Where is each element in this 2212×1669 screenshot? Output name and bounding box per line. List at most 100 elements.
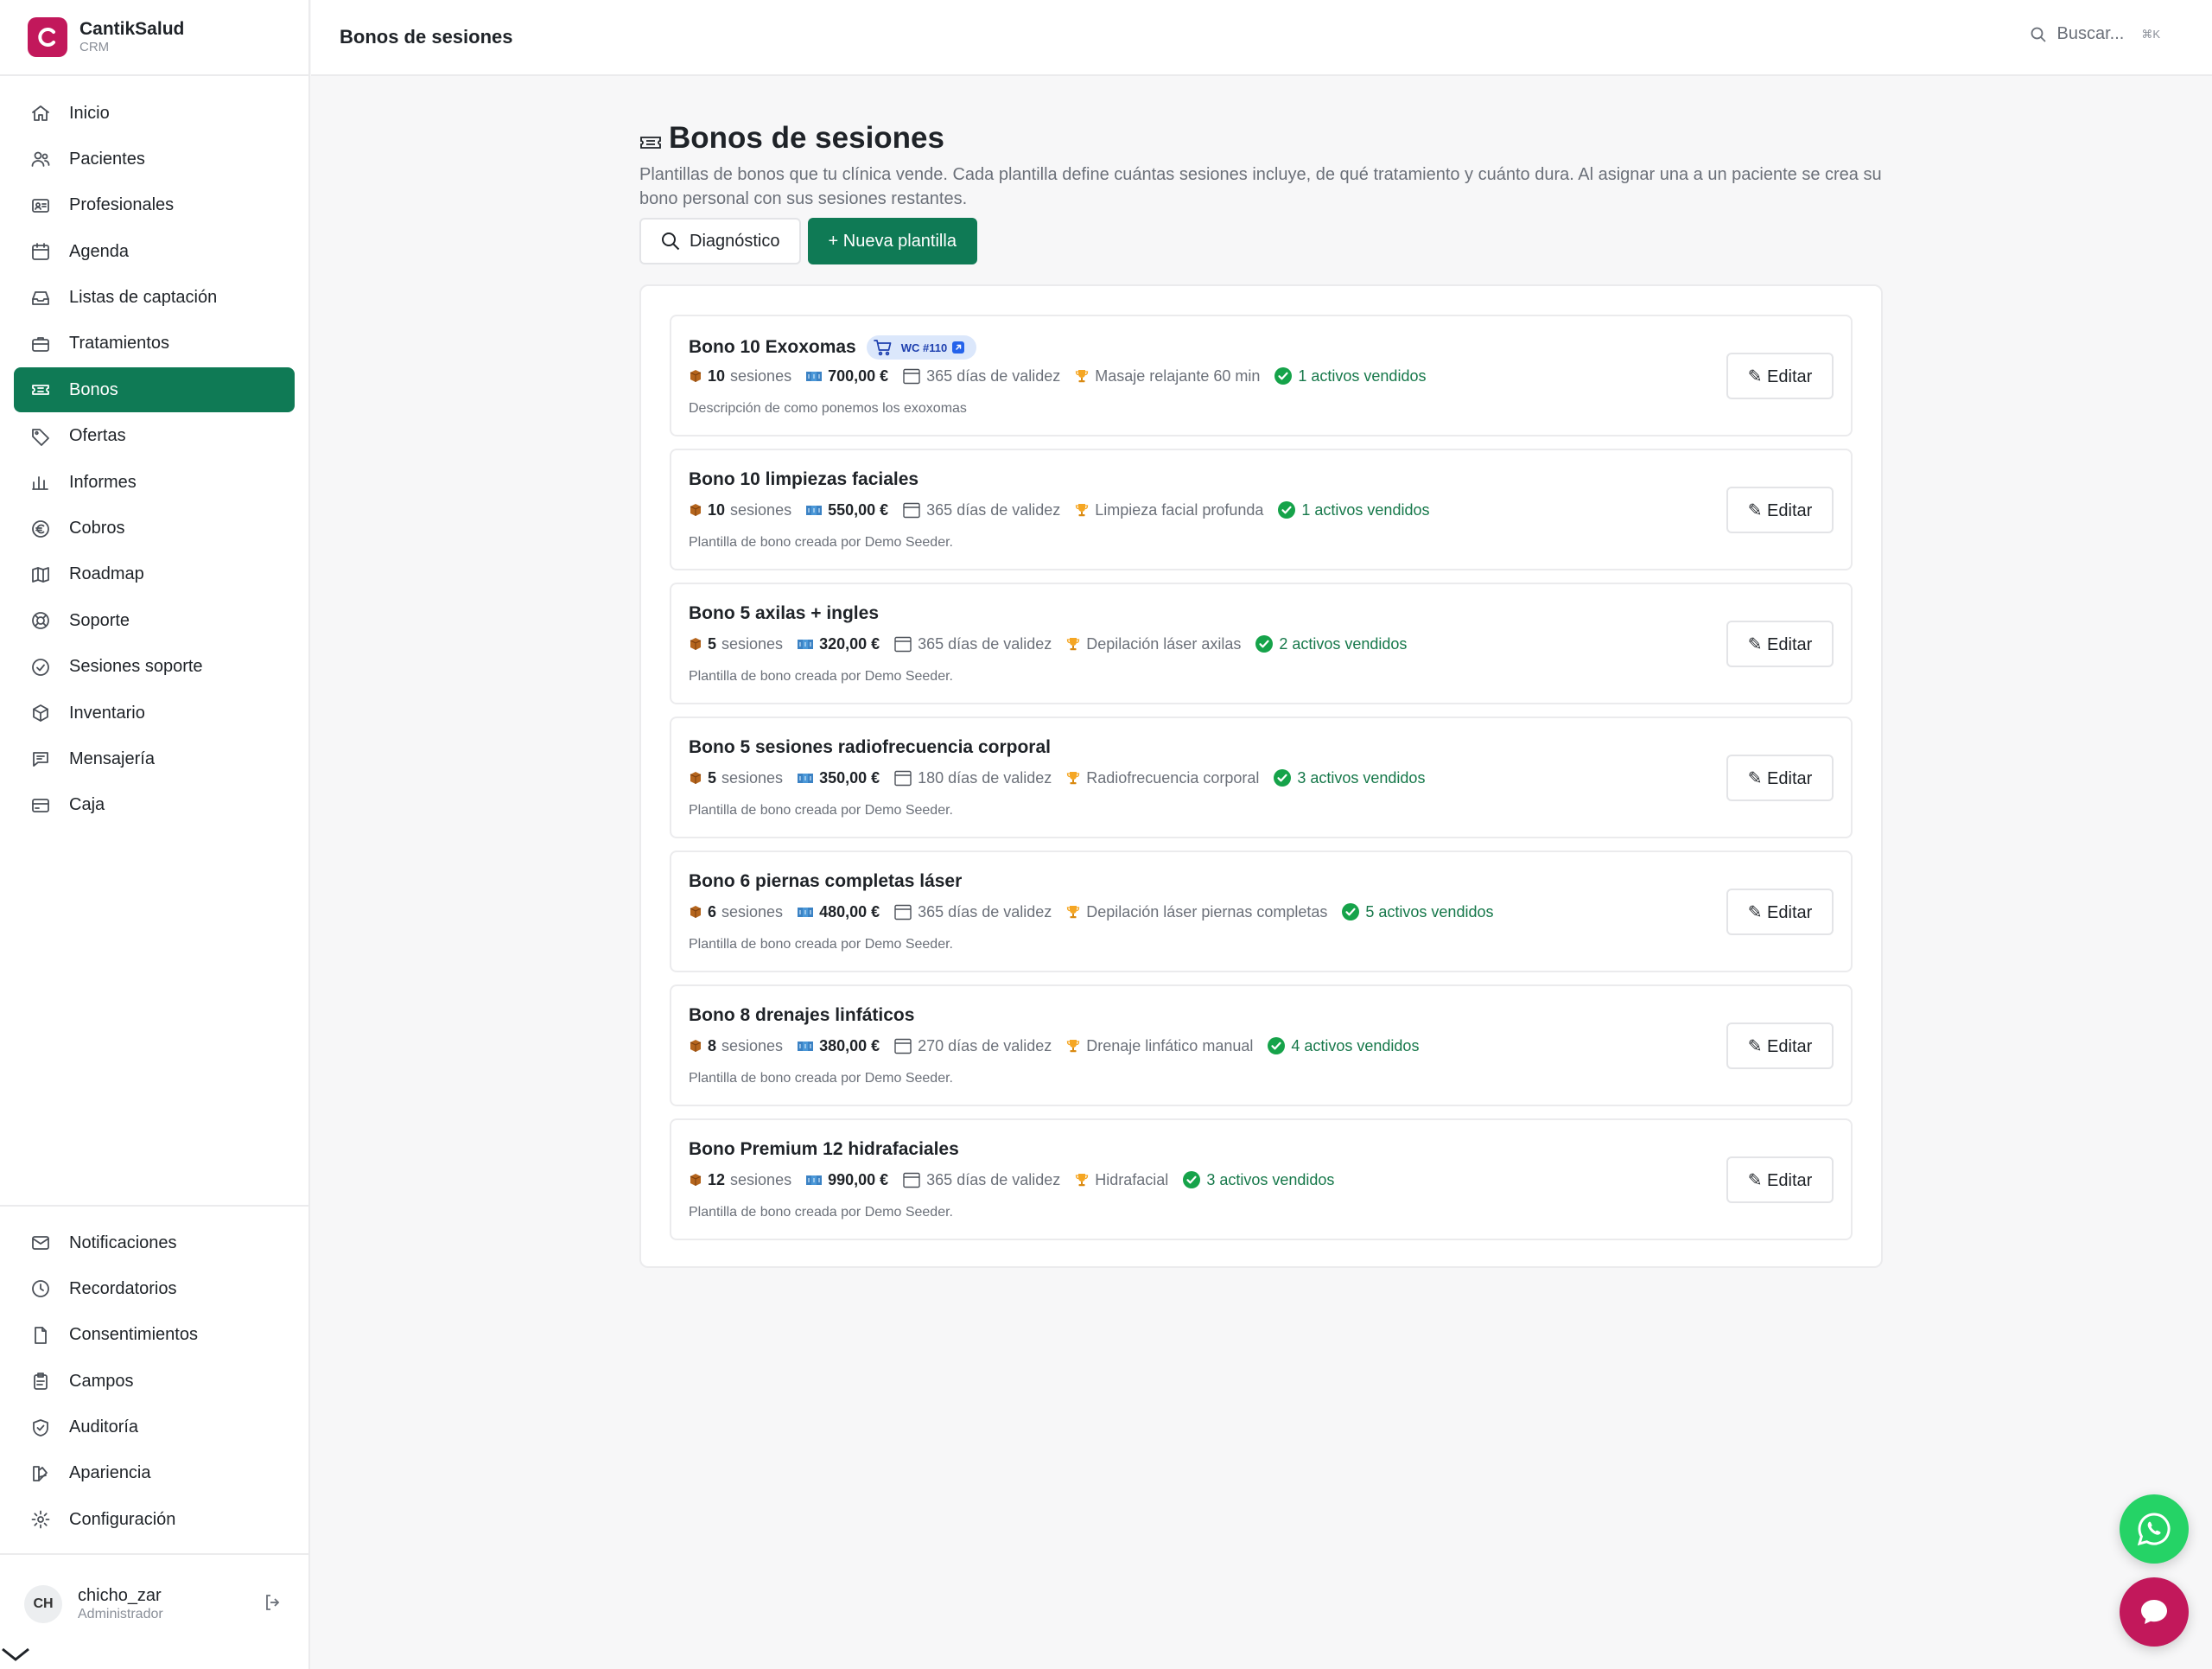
new-template-button[interactable]: + Nueva plantilla	[807, 218, 977, 264]
bono-price-value: 480,00 €	[819, 902, 880, 920]
bono-sessions-word: sesiones	[730, 500, 792, 519]
sidebar-divider	[0, 1205, 310, 1207]
sidebar-item-label: Sesiones soporte	[69, 657, 203, 677]
sidebar-item-soporte[interactable]: Soporte	[14, 598, 295, 643]
diagnostico-button[interactable]: Diagnóstico	[639, 218, 801, 264]
clock-icon	[29, 1277, 52, 1300]
topbar: Bonos de sesiones Buscar... ⌘K	[311, 0, 2212, 76]
sidebar-item-cobros[interactable]: Cobros	[14, 506, 295, 551]
bono-price-value: 990,00 €	[828, 1170, 889, 1188]
bono-title: Bono 5 axilas + ingles	[689, 603, 879, 624]
check-circle-icon	[1267, 1036, 1286, 1055]
sidebar: CantikSalud CRM Inicio Pacientes Profesion…	[0, 0, 310, 1669]
edit-button[interactable]: ✎ Editar	[1726, 1022, 1834, 1069]
bono-treatment-text: Depilación láser axilas	[1086, 634, 1242, 653]
chat-button[interactable]	[2120, 1577, 2189, 1647]
bono-title-text: Bono 10 Exoxomas	[689, 337, 856, 357]
sidebar-item-campos[interactable]: Campos	[14, 1359, 295, 1404]
bono-sessions: 6 sesiones	[689, 903, 783, 921]
bono-treatment-text: Depilación láser piernas completas	[1086, 902, 1328, 920]
woocommerce-badge[interactable]: WC #110	[866, 335, 977, 360]
money-icon	[797, 637, 814, 651]
brand-logo-icon	[28, 17, 67, 57]
sidebar-item-agenda[interactable]: Agenda	[14, 229, 295, 274]
bonos-list: Bono 10 Exoxomas WC #110 10 sesiones 700,00 …	[639, 284, 1883, 1268]
sidebar-item-ofertas[interactable]: Ofertas	[14, 414, 295, 459]
sidebar-item-inicio[interactable]: Inicio	[14, 91, 295, 136]
bono-card: Bono 5 sesiones radiofrecuencia corporal…	[670, 717, 1853, 838]
bono-sold-text: 2 activos vendidos	[1279, 634, 1408, 653]
sidebar-item-sesiones-soporte[interactable]: Sesiones soporte	[14, 645, 295, 690]
whatsapp-button[interactable]	[2120, 1494, 2189, 1564]
bono-title: Bono Premium 12 hidrafaciales	[689, 1139, 959, 1160]
bono-price-value: 550,00 €	[828, 500, 889, 519]
sidebar-item-listas-de-captacion[interactable]: Listas de captación	[14, 276, 295, 321]
bono-price-value: 320,00 €	[819, 634, 880, 653]
sidebar-item-label: Notificaciones	[69, 1233, 177, 1252]
sidebar-item-label: Caja	[69, 795, 105, 815]
bono-meta: 6 sesiones 480,00 € 365 días de validez Depi…	[689, 902, 1507, 921]
sidebar-item-bonos[interactable]: Bonos	[14, 367, 295, 413]
money-icon	[797, 1039, 814, 1053]
sidebar-item-label: Roadmap	[69, 564, 144, 584]
sidebar-item-apariencia[interactable]: Apariencia	[14, 1451, 295, 1496]
search-icon	[660, 231, 681, 252]
chevron-down-icon[interactable]	[0, 1640, 31, 1666]
bono-sold: 1 activos vendidos	[1277, 500, 1429, 519]
bono-sold-text: 5 activos vendidos	[1365, 902, 1494, 920]
trophy-icon	[1074, 368, 1090, 384]
logout-icon[interactable]	[263, 1592, 283, 1617]
bono-validity-text: 180 días de validez	[918, 768, 1052, 787]
package-icon	[689, 503, 702, 517]
sidebar-item-inventario[interactable]: Inventario	[14, 691, 295, 736]
money-icon	[797, 771, 814, 785]
edit-button[interactable]: ✎ Editar	[1726, 621, 1834, 667]
search-input[interactable]: Buscar... ⌘K	[2030, 24, 2160, 44]
sidebar-item-caja[interactable]: Caja	[14, 783, 295, 828]
bono-sold-text: 3 activos vendidos	[1297, 768, 1426, 787]
sidebar-item-auditoria[interactable]: Auditoría	[14, 1405, 295, 1450]
sidebar-item-label: Inicio	[69, 103, 110, 123]
bono-sessions-count: 6	[708, 902, 717, 920]
bono-sold-text: 3 activos vendidos	[1206, 1170, 1335, 1188]
edit-button[interactable]: ✎ Editar	[1726, 889, 1834, 935]
search-icon	[2030, 26, 2047, 43]
sidebar-item-configuracion[interactable]: Configuración	[14, 1497, 295, 1542]
page-actions: Diagnóstico + Nueva plantilla	[639, 218, 977, 264]
bono-price: 350,00 €	[797, 769, 880, 787]
bono-sessions: 12 sesiones	[689, 1171, 791, 1189]
bono-title-text: Bono 6 piernas completas láser	[689, 871, 963, 891]
credit-card-icon	[29, 794, 52, 817]
sidebar-item-label: Recordatorios	[69, 1278, 177, 1298]
sidebar-item-recordatorios[interactable]: Recordatorios	[14, 1266, 295, 1311]
sidebar-item-consentimientos[interactable]: Consentimientos	[14, 1313, 295, 1358]
sidebar-item-notificaciones[interactable]: Notificaciones	[14, 1220, 295, 1265]
chat-icon	[29, 748, 52, 770]
edit-button[interactable]: ✎ Editar	[1726, 353, 1834, 399]
bono-sessions-count: 10	[708, 366, 726, 385]
trophy-icon	[1065, 770, 1081, 786]
sidebar-item-tratamientos[interactable]: Tratamientos	[14, 322, 295, 366]
brand-name: CantikSalud	[79, 19, 185, 39]
sidebar-item-profesionales[interactable]: Profesionales	[14, 183, 295, 228]
brand[interactable]: CantikSalud CRM	[0, 0, 308, 76]
sidebar-item-roadmap[interactable]: Roadmap	[14, 552, 295, 597]
edit-button[interactable]: ✎ Editar	[1726, 487, 1834, 533]
sidebar-item-mensajeria[interactable]: Mensajería	[14, 736, 295, 781]
edit-button[interactable]: ✎ Editar	[1726, 755, 1834, 801]
bono-sold: 5 activos vendidos	[1341, 902, 1493, 921]
bono-meta: 5 sesiones 320,00 € 365 días de validez Depi…	[689, 634, 1421, 653]
ticket-icon	[29, 379, 52, 401]
bono-description: Plantilla de bono creada por Demo Seeder…	[689, 937, 953, 952]
user-profile[interactable]: CH chicho_zar Administrador	[24, 1580, 292, 1628]
palette-icon	[29, 1462, 52, 1485]
calendar-icon	[893, 902, 912, 921]
sidebar-item-informes[interactable]: Informes	[14, 460, 295, 505]
edit-button[interactable]: ✎ Editar	[1726, 1156, 1834, 1203]
sidebar-item-label: Consentimientos	[69, 1325, 198, 1345]
bono-description: Plantilla de bono creada por Demo Seeder…	[689, 669, 953, 684]
bono-sessions: 5 sesiones	[689, 769, 783, 787]
bono-card: Bono 10 limpiezas faciales 10 sesiones 550,…	[670, 449, 1853, 570]
sidebar-item-pacientes[interactable]: Pacientes	[14, 137, 295, 182]
bono-price: 480,00 €	[797, 903, 880, 921]
